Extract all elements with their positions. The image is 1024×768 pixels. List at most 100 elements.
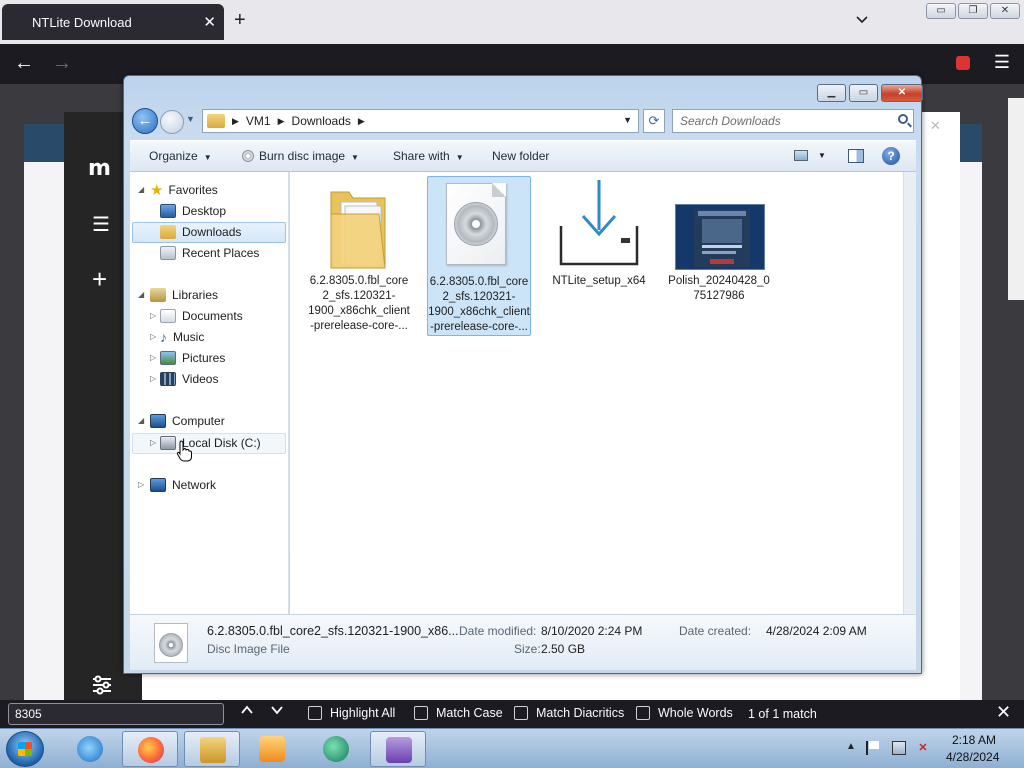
nav-pictures[interactable]: ▷ Pictures: [150, 348, 225, 368]
details-modified-value: 8/10/2020 2:24 PM: [541, 624, 643, 638]
details-created-value: 4/28/2024 2:09 AM: [766, 624, 867, 638]
address-dropdown-icon[interactable]: ▼: [623, 115, 632, 125]
collapse-triangle-icon: ◢: [138, 185, 145, 194]
add-icon[interactable]: +: [92, 266, 107, 292]
nav-recent-places[interactable]: Recent Places: [160, 243, 259, 263]
organize-button[interactable]: Organize ▼: [149, 149, 212, 163]
nav-downloads[interactable]: Downloads: [160, 222, 241, 242]
address-bar[interactable]: ▶ VM1 ▶ Downloads ▶ ▼: [202, 109, 639, 133]
file-explorer-icon: [200, 737, 226, 763]
preview-pane-icon[interactable]: [848, 149, 864, 163]
breadcrumb-downloads[interactable]: Downloads: [292, 114, 351, 128]
close-find-bar-icon[interactable]: ✕: [996, 702, 1011, 723]
volume-muted-icon[interactable]: ✕: [916, 741, 930, 755]
settings-sliders-icon[interactable]: [91, 674, 113, 702]
local-disk-icon: [160, 436, 176, 450]
recent-pages-dropdown-icon[interactable]: ▼: [186, 114, 195, 124]
new-folder-button[interactable]: New folder: [492, 149, 549, 163]
back-button[interactable]: ←: [132, 108, 158, 134]
folder-icon: [330, 191, 386, 269]
browser-tab-bar: NTLite Download ✕ + ▭ ❐ ✕: [0, 0, 1024, 44]
ntlite-icon: [323, 736, 349, 762]
find-next-icon[interactable]: [270, 703, 284, 720]
clock-time[interactable]: 2:18 AM: [952, 733, 996, 747]
minimize-button[interactable]: ▭: [926, 3, 956, 19]
back-arrow-icon[interactable]: ←: [14, 52, 34, 75]
clock-date[interactable]: 4/28/2024: [946, 750, 999, 764]
forward-button[interactable]: [160, 110, 184, 134]
menu-icon[interactable]: ☰: [92, 212, 110, 237]
page-scrollbar[interactable]: [1008, 98, 1024, 300]
nav-local-disk[interactable]: ▷ Local Disk (C:): [150, 433, 261, 453]
nav-music[interactable]: ▷ ♪ Music: [150, 327, 204, 347]
file-item-selected[interactable]: 6.2.8305.0.fbl_core2_sfs.120321-1900_x86…: [427, 176, 531, 336]
taskbar-media-player[interactable]: [244, 731, 300, 767]
breadcrumb-separator-icon[interactable]: ▶: [278, 116, 285, 127]
whole-words-checkbox[interactable]: Whole Words: [636, 706, 733, 720]
find-previous-icon[interactable]: [240, 703, 254, 720]
disc-image-file-icon: [154, 623, 188, 663]
help-icon[interactable]: ?: [882, 147, 900, 165]
expand-triangle-icon: ▷: [150, 374, 157, 383]
nav-documents[interactable]: ▷ Documents: [150, 306, 243, 326]
breadcrumb-separator-icon[interactable]: ▶: [358, 116, 365, 127]
taskbar-internet-explorer[interactable]: [62, 731, 118, 767]
content-scrollbar[interactable]: [903, 172, 916, 614]
nav-videos[interactable]: ▷ Videos: [150, 369, 218, 389]
file-item[interactable]: 6.2.8305.0.fbl_core2_sfs.120321-1900_x86…: [307, 176, 411, 336]
action-center-flag-icon[interactable]: [866, 741, 880, 755]
nav-computer[interactable]: ◢ Computer: [138, 411, 225, 431]
taskbar-firefox[interactable]: [122, 731, 178, 767]
breadcrumb-vm1[interactable]: VM1: [246, 114, 271, 128]
nav-libraries[interactable]: ◢ Libraries: [138, 285, 218, 305]
forward-arrow-icon[interactable]: →: [52, 52, 72, 75]
explorer-close-button[interactable]: ✕: [881, 84, 923, 102]
search-box[interactable]: [672, 109, 914, 133]
file-item[interactable]: NTLite_setup_x64: [547, 176, 651, 306]
match-diacritics-checkbox[interactable]: Match Diacritics: [514, 706, 624, 720]
explorer-maximize-button[interactable]: ▭: [849, 84, 878, 102]
taskbar-file-explorer[interactable]: [184, 731, 240, 767]
breadcrumb-separator-icon[interactable]: ▶: [232, 116, 239, 127]
change-view-icon[interactable]: [794, 150, 808, 161]
page-header-band: [24, 124, 64, 162]
page-header-band: [960, 124, 982, 162]
taskbar: ▲ ✕ 2:18 AM 4/28/2024: [0, 728, 1024, 768]
new-tab-button[interactable]: +: [234, 10, 246, 30]
start-button[interactable]: [6, 731, 44, 767]
find-input[interactable]: [8, 703, 224, 725]
address-row: ← ▼ ▶ VM1 ▶ Downloads ▶ ▼ ⟳: [132, 107, 914, 135]
nav-network[interactable]: ▷ Network: [138, 475, 216, 495]
file-item[interactable]: Polish_20240428_075127986: [667, 176, 771, 306]
page-background: [960, 124, 982, 700]
match-case-checkbox[interactable]: Match Case: [414, 706, 503, 720]
file-name: NTLite_setup_x64: [552, 275, 646, 287]
internet-explorer-icon: [77, 736, 103, 762]
share-with-button[interactable]: Share with ▼: [393, 149, 464, 163]
search-input[interactable]: [680, 111, 895, 131]
taskbar-ntlite[interactable]: [308, 731, 364, 767]
highlight-all-checkbox[interactable]: Highlight All: [308, 706, 395, 720]
close-window-button[interactable]: ✕: [990, 3, 1020, 19]
ntlite-close-button[interactable]: ✕: [930, 118, 941, 134]
search-icon[interactable]: [898, 114, 908, 124]
browser-tab[interactable]: NTLite Download ✕: [2, 4, 224, 40]
refresh-button[interactable]: ⟳: [643, 109, 665, 133]
taskbar-app[interactable]: [370, 731, 426, 767]
tab-list-chevron-icon[interactable]: [856, 12, 868, 27]
nav-favorites[interactable]: ◢ ★ Favorites: [138, 180, 218, 200]
burn-disc-image-button[interactable]: Burn disc image ▼: [242, 149, 359, 163]
view-options-dropdown-icon[interactable]: ▼: [818, 151, 826, 160]
file-list-pane: 6.2.8305.0.fbl_core2_sfs.120321-1900_x86…: [290, 172, 903, 614]
ntlite-logo: m: [88, 156, 111, 181]
desktop-icon: [160, 204, 176, 218]
network-tray-icon[interactable]: [892, 741, 906, 755]
tab-close-icon[interactable]: ✕: [203, 13, 216, 31]
restore-button[interactable]: ❐: [958, 3, 988, 19]
nav-desktop[interactable]: Desktop: [160, 201, 226, 221]
hamburger-menu-icon[interactable]: ☰: [994, 52, 1010, 73]
hand-cursor-icon: [176, 440, 192, 465]
explorer-minimize-button[interactable]: ▁: [817, 84, 846, 102]
extension-badge-icon[interactable]: [956, 56, 970, 70]
show-hidden-icons-icon[interactable]: ▲: [846, 741, 856, 752]
